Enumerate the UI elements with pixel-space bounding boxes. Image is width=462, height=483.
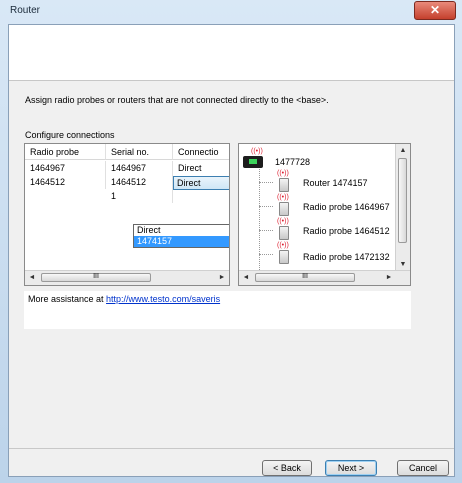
router-icon: [279, 178, 289, 192]
scroll-thumb[interactable]: III: [41, 273, 151, 282]
scroll-left-icon[interactable]: ◄: [239, 271, 253, 285]
window-title: Router: [10, 5, 41, 16]
tree-node-label: Radio probe 1472132: [303, 252, 390, 262]
next-button[interactable]: Next >: [325, 460, 377, 476]
connection-combobox[interactable]: Direct: [173, 176, 229, 190]
grid-horizontal-scrollbar[interactable]: ◄ III ►: [25, 270, 229, 285]
assistance-text: More assistance at http://www.testo.com/…: [28, 294, 221, 304]
radio-probe-icon: [279, 202, 289, 216]
cell-radio-probe: 1464967: [25, 161, 106, 175]
cell-radio-probe: 1464512: [25, 175, 106, 189]
cell-serial-no: 1464967: [106, 161, 173, 175]
column-connection[interactable]: Connectio: [173, 144, 229, 160]
scroll-right-icon[interactable]: ►: [382, 271, 396, 285]
connection-tree[interactable]: ((•)) 1477728 ((•)) Router 1474157 ((•))…: [238, 143, 411, 286]
radio-wave-icon: ((•)): [277, 242, 289, 249]
connections-grid[interactable]: Radio probe Serial no. Connectio 1464967…: [24, 143, 230, 286]
button-separator: [9, 448, 454, 449]
assistance-link[interactable]: http://www.testo.com/saveris: [106, 294, 220, 304]
cell-serial-no: 1: [106, 189, 173, 203]
table-row-empty: [25, 203, 229, 217]
table-row[interactable]: 1464967 1464967 Direct: [25, 161, 229, 175]
tree-node-label: Radio probe 1464512: [303, 226, 390, 236]
header-panel: [9, 25, 454, 81]
tree-horizontal-scrollbar[interactable]: ◄ III ►: [239, 270, 410, 285]
description-text: Assign radio probes or routers that are …: [25, 95, 329, 105]
table-row[interactable]: 1464512 1464512 Direct: [25, 175, 229, 190]
radio-wave-icon: ((•)): [277, 194, 289, 201]
scroll-left-icon[interactable]: ◄: [25, 271, 39, 285]
cancel-button[interactable]: Cancel: [397, 460, 449, 476]
title-bar[interactable]: Router ✕: [0, 0, 462, 22]
radio-wave-icon: ((•)): [277, 218, 289, 225]
radio-wave-icon: ((•)): [251, 148, 263, 155]
cell-serial-no: 1464512: [106, 175, 173, 189]
column-radio-probe[interactable]: Radio probe: [25, 144, 106, 160]
table-row[interactable]: 1: [25, 189, 229, 203]
tree-vertical-scrollbar[interactable]: ▲ ▼: [395, 144, 410, 272]
dialog-client: Assign radio probes or routers that are …: [8, 24, 455, 477]
cell-connection[interactable]: Direct: [173, 161, 229, 175]
scroll-thumb[interactable]: [398, 158, 407, 243]
scroll-up-icon[interactable]: ▲: [396, 144, 410, 158]
close-button[interactable]: ✕: [414, 1, 456, 20]
connection-dropdown-list[interactable]: Direct 1474157: [133, 224, 229, 248]
column-serial-no[interactable]: Serial no.: [106, 144, 173, 160]
scroll-thumb[interactable]: III: [255, 273, 355, 282]
dropdown-option-direct[interactable]: Direct: [134, 225, 229, 236]
configure-label: Configure connections: [25, 130, 115, 140]
router-dialog: Router ✕ Assign radio probes or routers …: [0, 0, 462, 483]
grid-header: Radio probe Serial no. Connectio: [25, 144, 229, 160]
tree-node-label: 1477728: [275, 157, 311, 167]
tree-node-label: Router 1474157: [303, 178, 368, 188]
back-button[interactable]: < Back: [262, 460, 312, 476]
radio-probe-icon: [279, 250, 289, 264]
radio-probe-icon: [279, 226, 289, 240]
dropdown-option-router[interactable]: 1474157: [134, 236, 229, 247]
tree-node-label: Radio probe 1464967: [303, 202, 390, 212]
base-station-icon: [243, 156, 263, 168]
assistance-panel: More assistance at http://www.testo.com/…: [24, 291, 411, 329]
scroll-right-icon[interactable]: ►: [215, 271, 229, 285]
radio-wave-icon: ((•)): [277, 170, 289, 177]
